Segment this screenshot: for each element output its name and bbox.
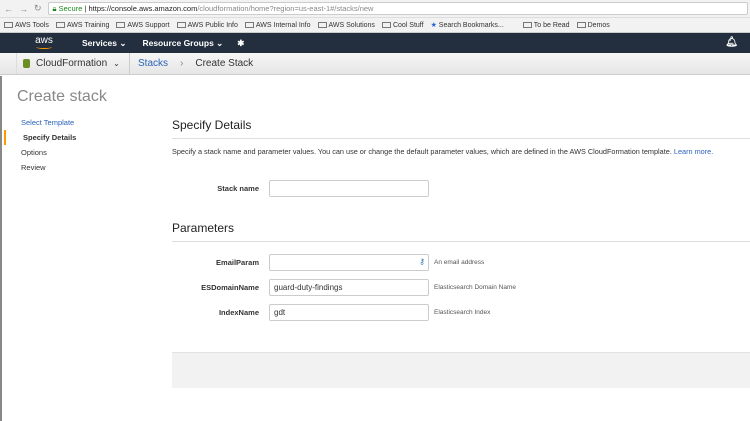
bookmark-label: Cool Stuff bbox=[392, 21, 424, 29]
reload-icon[interactable]: ↻ bbox=[34, 3, 42, 14]
aws-navbar: aws Services ⌄ Resource Groups ⌄ ✱ 🔔︎ bbox=[0, 33, 750, 53]
folder-icon bbox=[381, 21, 391, 28]
section-title: Specify Details bbox=[172, 76, 750, 139]
step-select-template[interactable]: Select Template bbox=[2, 115, 150, 130]
es-domain-name-input[interactable]: guard-duty-findings bbox=[269, 279, 429, 296]
learn-more-link[interactable]: Learn more. bbox=[674, 147, 713, 156]
folder-icon bbox=[522, 21, 532, 28]
step-review: Review bbox=[21, 163, 46, 172]
bookmark-label: To be Read bbox=[533, 21, 570, 29]
back-icon[interactable]: ← bbox=[4, 4, 13, 14]
chevron-down-icon: ⌄ bbox=[113, 59, 120, 68]
bookmark-label: AWS Solutions bbox=[328, 21, 375, 29]
services-menu[interactable]: Services ⌄ bbox=[82, 38, 126, 49]
main-content: Specify Details Specify a stack name and… bbox=[172, 76, 750, 325]
bookmark[interactable]: AWS Support bbox=[116, 21, 170, 29]
breadcrumb: CloudFormation ⌄ Stacks › Create Stack bbox=[0, 53, 750, 75]
breadcrumb-current: Create Stack bbox=[195, 58, 254, 69]
logo-text: aws bbox=[35, 35, 53, 46]
param-label: EmailParam bbox=[216, 258, 259, 267]
key-icon[interactable]: ⚷ bbox=[419, 257, 425, 266]
folder-icon bbox=[116, 21, 126, 28]
folder-icon bbox=[4, 21, 13, 28]
bookmark-label: AWS Internal Info bbox=[255, 21, 311, 29]
breadcrumb-stacks[interactable]: Stacks bbox=[138, 58, 168, 69]
bookmarks-bar: AWS Tools AWS Training AWS Support AWS P… bbox=[0, 18, 750, 33]
bookmark[interactable]: Cool Stuff bbox=[381, 21, 424, 29]
star-icon: ★ bbox=[430, 22, 439, 29]
description-text: Specify a stack name and parameter value… bbox=[172, 147, 672, 156]
bookmark[interactable]: AWS Internal Info bbox=[244, 21, 311, 29]
secure-label: Secure bbox=[58, 4, 83, 13]
address-bar[interactable]: 🔒︎ Secure | https://console.aws.amazon.c… bbox=[47, 2, 748, 15]
page-title: Create stack bbox=[17, 88, 107, 105]
aws-logo[interactable]: aws bbox=[32, 35, 56, 49]
bookmark-label: Demos bbox=[587, 21, 610, 29]
service-label: CloudFormation bbox=[36, 58, 108, 69]
index-name-input[interactable]: gdt bbox=[269, 304, 429, 321]
folder-icon bbox=[317, 21, 327, 28]
bell-icon[interactable]: 🔔︎ bbox=[725, 37, 738, 48]
folder-icon bbox=[244, 21, 254, 28]
bookmark-label: AWS Training bbox=[66, 21, 110, 29]
pin-icon[interactable]: ✱ bbox=[237, 38, 244, 49]
footer-panel bbox=[172, 352, 750, 388]
sidebar: Create stack Select Template Specify Det… bbox=[0, 76, 150, 421]
resource-groups-label: Resource Groups bbox=[142, 37, 214, 48]
services-label: Services bbox=[82, 37, 117, 48]
folder-icon bbox=[176, 21, 186, 28]
description: Specify a stack name and parameter value… bbox=[172, 147, 750, 156]
browser-toolbar: ← → ↻ 🔒︎ Secure | https://console.aws.am… bbox=[0, 0, 750, 18]
parameters-title: Parameters bbox=[172, 201, 750, 242]
param-hint: Elasticsearch Index bbox=[434, 309, 491, 316]
step-options: Options bbox=[21, 148, 47, 157]
bookmark[interactable]: Demos bbox=[576, 21, 610, 29]
url-host: https://console.aws.amazon.com bbox=[88, 4, 198, 13]
email-param-input[interactable]: ⚷ bbox=[269, 254, 429, 271]
param-hint: Elasticsearch Domain Name bbox=[434, 284, 517, 291]
breadcrumb-separator: › bbox=[180, 58, 184, 69]
folder-icon bbox=[576, 21, 586, 28]
bookmark[interactable]: AWS Solutions bbox=[317, 21, 375, 29]
url-path: /cloudformation/home?region=us-east-1#/s… bbox=[197, 4, 374, 13]
cloudformation-icon bbox=[23, 59, 30, 68]
bookmark-label: AWS Support bbox=[127, 21, 170, 29]
param-label: IndexName bbox=[218, 308, 259, 317]
bookmark-label: Search Bookmarks... bbox=[438, 22, 504, 29]
stack-name-input[interactable] bbox=[269, 180, 429, 197]
param-hint: An email address bbox=[434, 259, 485, 266]
bookmark[interactable]: To be Read bbox=[522, 21, 570, 29]
bookmark[interactable]: ★ Search Bookmarks... bbox=[431, 21, 504, 29]
folder-icon bbox=[55, 21, 65, 28]
stack-name-label: Stack name bbox=[217, 184, 259, 193]
resource-groups-menu[interactable]: Resource Groups ⌄ bbox=[142, 38, 223, 49]
param-label: ESDomainName bbox=[201, 283, 259, 292]
forward-icon[interactable]: → bbox=[19, 4, 28, 14]
service-selector[interactable]: CloudFormation ⌄ bbox=[16, 53, 130, 74]
bookmark-label: AWS Tools bbox=[15, 21, 49, 29]
bookmark[interactable]: AWS Training bbox=[55, 21, 110, 29]
bookmark[interactable]: AWS Tools bbox=[4, 21, 49, 29]
step-specify-details: Specify Details bbox=[4, 130, 150, 145]
bookmark-label: AWS Public Info bbox=[187, 21, 238, 29]
bookmark[interactable]: AWS Public Info bbox=[176, 21, 238, 29]
